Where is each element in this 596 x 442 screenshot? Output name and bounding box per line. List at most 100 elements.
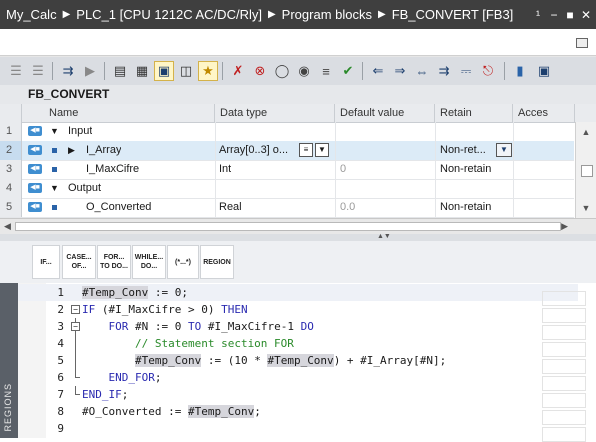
- collapse-toggle-icon[interactable]: ▶: [68, 141, 75, 160]
- marker-icon[interactable]: ▮: [510, 61, 530, 81]
- line-number: 4: [57, 337, 64, 350]
- monitor-icon[interactable]: ◫: [176, 61, 196, 81]
- list-icon[interactable]: ≡: [316, 61, 336, 81]
- datatype-list-icon[interactable]: ≡: [299, 143, 313, 157]
- expand-icon[interactable]: ⇉: [58, 61, 78, 81]
- favorites-icon[interactable]: ★: [198, 61, 218, 81]
- row-number: 1: [0, 122, 22, 141]
- compile-icon[interactable]: ▤: [110, 61, 130, 81]
- filter-icon[interactable]: ▣: [154, 61, 174, 81]
- while-button[interactable]: WHILE... DO...: [132, 245, 166, 279]
- table-row[interactable]: 5 ◀■ O_Converted Real 0.0 Non-retain: [0, 198, 574, 218]
- horizontal-scrollbar[interactable]: ◀ ▶: [0, 218, 596, 235]
- param-retain[interactable]: Non-ret...: [440, 141, 495, 160]
- variable-icon[interactable]: ◉: [294, 61, 314, 81]
- absolute-address-icon[interactable]: ▦: [132, 61, 152, 81]
- expand-toggle-icon[interactable]: ▼: [50, 179, 59, 198]
- column-header-default[interactable]: Default value: [335, 104, 435, 122]
- code-line[interactable]: 3 − FOR #N := 0 TO #I_MaxCifre-1 DO: [18, 318, 578, 335]
- param-default[interactable]: 0: [340, 160, 346, 179]
- editor-toolbar: ☰ ☰ ⇉ ▶ ▤ ▦ ▣ ◫ ★ ✗ ⊗ ◯ ◉ ≡ ✔ ⇐ ⇒ ⇔ ⇉ ⎓ …: [0, 57, 596, 86]
- pane-splitter[interactable]: ▲▼: [0, 233, 596, 241]
- editor-right-columns: [542, 291, 586, 442]
- row-number: 2: [0, 141, 22, 160]
- breadcrumb-item-project[interactable]: My_Calc: [0, 7, 57, 22]
- expand-toggle-icon[interactable]: ▼: [50, 122, 59, 141]
- scroll-thumb[interactable]: [15, 222, 561, 231]
- param-name[interactable]: I_Array: [86, 141, 121, 160]
- close-button[interactable]: ✕: [580, 8, 592, 22]
- maximize-button[interactable]: ■: [564, 8, 576, 22]
- code-line[interactable]: 8 #O_Converted := #Temp_Conv;: [18, 403, 578, 420]
- comment-button[interactable]: (*...*): [167, 245, 199, 279]
- column-header-access[interactable]: Acces: [513, 104, 575, 122]
- fold-end: [70, 369, 80, 386]
- table-row[interactable]: 4 ◀■ ▼ Output: [0, 179, 574, 199]
- code-line[interactable]: 2 − IF (#I_MaxCifre > 0) THEN: [18, 301, 578, 318]
- top-band: [0, 29, 596, 56]
- column-header-name[interactable]: Name: [22, 104, 215, 122]
- param-name[interactable]: O_Converted: [86, 198, 151, 217]
- row-number: 5: [0, 198, 22, 217]
- minimize-button[interactable]: −: [548, 8, 560, 22]
- checkmark-icon[interactable]: ✔: [338, 61, 358, 81]
- scroll-grip-icon[interactable]: [581, 165, 593, 177]
- step-over-icon[interactable]: ⇔: [412, 61, 432, 81]
- if-button[interactable]: IF...: [32, 245, 60, 279]
- splitter-grip-icon[interactable]: ▲▼: [377, 233, 391, 240]
- param-name[interactable]: I_MaxCifre: [86, 160, 139, 179]
- more-icon[interactable]: ¹: [532, 8, 544, 22]
- download-icon[interactable]: ▶: [80, 61, 100, 81]
- breadcrumb-item-plc[interactable]: PLC_1 [CPU 1212C AC/DC/Rly]: [76, 7, 262, 22]
- step-back-icon[interactable]: ⇐: [368, 61, 388, 81]
- bookmark-icon[interactable]: ⎓: [456, 61, 476, 81]
- param-retain[interactable]: Non-retain: [440, 198, 491, 217]
- fold-toggle-icon[interactable]: −: [70, 301, 80, 318]
- table-row[interactable]: 3 ◀■ I_MaxCifre Int 0 Non-retain: [0, 160, 574, 180]
- break-off-icon[interactable]: ⊗: [250, 61, 270, 81]
- code-text: END_FOR;: [108, 371, 162, 384]
- scroll-right-icon[interactable]: ▶: [561, 221, 568, 232]
- param-datatype[interactable]: Int: [219, 160, 231, 179]
- vertical-scrollbar[interactable]: ▲ ▼: [575, 122, 596, 218]
- goto-icon[interactable]: ⇉: [434, 61, 454, 81]
- step-in-icon[interactable]: ⇒: [390, 61, 410, 81]
- code-line[interactable]: 6 END_FOR;: [18, 369, 578, 386]
- code-line[interactable]: 1 #Temp_Conv := 0;: [18, 284, 578, 301]
- scl-editor[interactable]: 1 #Temp_Conv := 0; 2 − IF (#I_MaxCifre >…: [18, 283, 596, 442]
- scroll-left-icon[interactable]: ◀: [4, 221, 11, 232]
- bookmark-clear-icon[interactable]: ⎋: [478, 61, 498, 81]
- region-button[interactable]: REGION: [200, 245, 234, 279]
- breadcrumb-item-block[interactable]: FB_CONVERT [FB3]: [392, 7, 514, 22]
- breadcrumb-item-program-blocks[interactable]: Program blocks: [282, 7, 372, 22]
- block-title: FB_CONVERT: [0, 85, 596, 104]
- break-icon[interactable]: ✗: [228, 61, 248, 81]
- regions-sidebar[interactable]: REGIONS: [0, 283, 18, 438]
- table-row[interactable]: 2 ◀■ ▶ I_Array Array[0..3] o... ≡ ▼ Non-…: [0, 141, 574, 161]
- code-text: #Temp_Conv := (10 * #Temp_Conv) + #I_Arr…: [134, 354, 447, 367]
- for-button[interactable]: FOR... TO DO...: [97, 245, 131, 279]
- param-datatype[interactable]: Array[0..3] o...: [219, 141, 299, 160]
- column-header-datatype[interactable]: Data type: [215, 104, 335, 122]
- row-number: 3: [0, 160, 22, 179]
- table-row[interactable]: 1 ◀■ ▼ Input: [0, 122, 574, 142]
- column-header-retain[interactable]: Retain: [435, 104, 513, 122]
- watch-icon[interactable]: ◯: [272, 61, 292, 81]
- param-retain[interactable]: Non-retain: [440, 160, 491, 179]
- scroll-up-icon[interactable]: ▲: [579, 125, 593, 139]
- window-icon[interactable]: ▣: [534, 61, 554, 81]
- fold-toggle-icon[interactable]: −: [70, 318, 80, 335]
- code-line[interactable]: 5 #Temp_Conv := (10 * #Temp_Conv) + #I_A…: [18, 352, 578, 369]
- code-line[interactable]: 9: [18, 420, 578, 437]
- code-line[interactable]: 4 // Statement section FOR: [18, 335, 578, 352]
- insert-network-icon[interactable]: ☰: [6, 61, 26, 81]
- scroll-down-icon[interactable]: ▼: [579, 201, 593, 215]
- chevron-down-icon[interactable]: ▼: [315, 143, 329, 157]
- case-button[interactable]: CASE... OF...: [62, 245, 96, 279]
- code-line[interactable]: 7 END_IF;: [18, 386, 578, 403]
- retain-dropdown-icon[interactable]: ▼: [496, 143, 512, 157]
- param-default[interactable]: 0.0: [340, 198, 355, 217]
- restore-icon[interactable]: [576, 38, 588, 48]
- param-datatype[interactable]: Real: [219, 198, 242, 217]
- insert-network2-icon[interactable]: ☰: [28, 61, 48, 81]
